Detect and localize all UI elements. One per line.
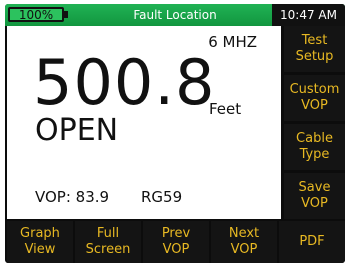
fault-locator-screen: 100% Fault Location 10:47 AM 6 MHZ 500.8… bbox=[5, 4, 345, 263]
distance-readout: 500.8 bbox=[33, 46, 216, 119]
next-vop-button[interactable]: Next VOP bbox=[211, 221, 277, 263]
battery-level: 100% bbox=[18, 8, 54, 22]
save-vop-button[interactable]: Save VOP bbox=[284, 173, 345, 219]
prev-vop-button[interactable]: Prev VOP bbox=[143, 221, 209, 263]
cable-type-readout: RG59 bbox=[141, 188, 183, 206]
measurement-display: 6 MHZ 500.8 Feet OPEN VOP: 83.9 RG59 bbox=[7, 26, 281, 219]
battery-tip bbox=[64, 11, 68, 18]
bottom-softkeys: Graph View Full Screen Prev VOP Next VOP… bbox=[5, 219, 345, 263]
graph-view-button[interactable]: Graph View bbox=[7, 221, 73, 263]
cable-type-button[interactable]: Cable Type bbox=[284, 124, 345, 170]
status-bar: 100% Fault Location 10:47 AM bbox=[5, 4, 345, 26]
custom-vop-button[interactable]: Custom VOP bbox=[284, 75, 345, 121]
test-setup-button[interactable]: Test Setup bbox=[284, 26, 345, 72]
window-title: Fault Location bbox=[133, 8, 217, 22]
fault-status: OPEN bbox=[35, 113, 119, 148]
side-softkeys: Test Setup Custom VOP Cable Type Save VO… bbox=[281, 26, 345, 219]
battery-icon: 100% bbox=[8, 7, 64, 22]
full-screen-button[interactable]: Full Screen bbox=[75, 221, 141, 263]
vop-readout: VOP: 83.9 bbox=[35, 188, 110, 206]
frequency-readout: 6 MHZ bbox=[208, 33, 257, 51]
distance-unit: Feet bbox=[209, 100, 242, 118]
pdf-button[interactable]: PDF bbox=[279, 221, 345, 263]
clock: 10:47 AM bbox=[272, 4, 345, 26]
